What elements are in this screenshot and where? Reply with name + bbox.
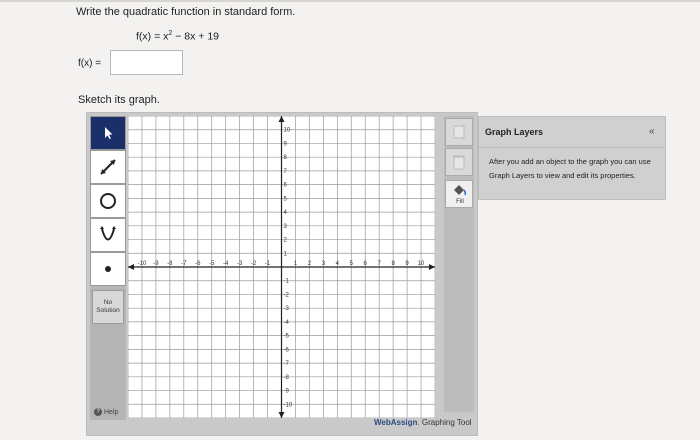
answer-label: f(x) = (78, 58, 102, 69)
paint-bucket-icon (454, 185, 467, 196)
brand-name: WebAssign (374, 418, 418, 427)
y-tick-label: 1 (284, 251, 288, 257)
y-tick-label: -10 (284, 402, 293, 408)
answer-input[interactable] (110, 50, 183, 75)
x-axis-arrow-left (128, 264, 134, 270)
point-tool-button[interactable] (90, 252, 126, 286)
select-tool-button[interactable] (90, 116, 126, 150)
given-function-rhs: − 8x + 19 (172, 30, 219, 43)
x-tick-label: -2 (251, 261, 257, 267)
circle-tool-button[interactable] (90, 184, 126, 218)
y-tick-label: -7 (284, 361, 290, 367)
x-tick-label: 10 (418, 261, 425, 267)
x-tick-label: 2 (308, 261, 312, 267)
graph-layers-panel: Graph Layers « After you add an object t… (478, 116, 666, 200)
question-prompt: Write the quadratic function in standard… (76, 6, 296, 18)
y-tick-label: -1 (284, 279, 290, 285)
trash-tool-button[interactable] (445, 148, 473, 176)
graph-canvas[interactable]: -10 -9 -8 -7 -6 -5 -4 -3 -2 -1 1 2 3 4 5 6 7 8 9 10 10 9 8 7 6 5 4… (127, 115, 436, 419)
y-tick-label: 4 (284, 210, 288, 216)
eraser-icon (453, 125, 465, 139)
x-tick-label: 5 (350, 261, 354, 267)
x-tick-label: 6 (364, 261, 368, 267)
object-toolbar: Fill (444, 116, 474, 412)
x-tick-label: 4 (336, 261, 340, 267)
trash-icon (453, 155, 465, 170)
point-icon (105, 266, 111, 272)
parabola-tool-button[interactable] (90, 218, 126, 252)
y-tick-label: -5 (284, 334, 290, 340)
drawing-toolbar: No Solution (90, 116, 126, 420)
y-tick-label: 10 (284, 128, 291, 134)
x-tick-label: 7 (378, 261, 382, 267)
help-icon: ? (94, 408, 102, 416)
parabola-icon (100, 226, 116, 241)
x-tick-label: 3 (322, 261, 326, 267)
y-tick-label: 3 (284, 224, 288, 230)
top-edge (0, 0, 700, 2)
y-tick-label: -4 (284, 320, 290, 326)
brand-suffix: Graphing Tool (419, 418, 472, 427)
no-solution-button[interactable]: No Solution (92, 290, 124, 324)
graph-layers-title: Graph Layers (485, 127, 544, 137)
sketch-label: Sketch its graph. (78, 94, 160, 106)
x-tick-label: -3 (237, 261, 243, 267)
graph-layers-description: After you add an object to the graph you… (489, 157, 651, 180)
y-tick-label: -9 (284, 389, 290, 395)
pointer-arrow-icon (105, 127, 113, 139)
x-tick-label: -5 (209, 261, 215, 267)
y-axis-arrow-up (278, 116, 285, 122)
help-link[interactable]: ? Help (94, 408, 118, 416)
delete-tool-button[interactable] (445, 118, 473, 146)
x-tick-label: 8 (391, 261, 395, 267)
x-tick-label: -8 (167, 261, 173, 267)
y-tick-label: -2 (284, 292, 290, 298)
y-tick-label: 8 (284, 155, 288, 161)
given-function: f(x) = x2 − 8x + 19 (136, 30, 219, 43)
y-tick-label: -3 (284, 306, 290, 312)
given-function-lhs: f(x) = x (136, 30, 169, 43)
line-arrows-icon (100, 159, 116, 175)
y-axis-arrow-down (278, 412, 285, 418)
circle-icon (100, 193, 116, 209)
x-tick-label: -10 (138, 261, 147, 267)
layers-divider (479, 147, 665, 148)
coordinate-grid[interactable]: -10 -9 -8 -7 -6 -5 -4 -3 -2 -1 1 2 3 4 5 6 7 8 9 10 10 9 8 7 6 5 4… (127, 115, 436, 419)
y-tick-label: 7 (284, 169, 288, 175)
webassign-brand: WebAssign. Graphing Tool (374, 418, 472, 427)
x-tick-label: -6 (195, 261, 201, 267)
x-tick-label: 1 (294, 261, 298, 267)
x-axis-arrow-right (429, 264, 435, 270)
line-tool-button[interactable] (90, 150, 126, 184)
y-tick-label: 5 (284, 196, 288, 202)
y-tick-label: 9 (284, 141, 288, 147)
collapse-layers-button[interactable]: « (649, 126, 655, 137)
help-label: Help (104, 408, 119, 416)
x-tick-label: -4 (223, 261, 229, 267)
fill-tool-button[interactable]: Fill (445, 180, 473, 208)
y-tick-label: 6 (284, 183, 288, 189)
x-tick-label: -7 (181, 261, 187, 267)
x-tick-label: 9 (405, 261, 409, 267)
x-tick-label: -9 (153, 261, 159, 267)
fill-label: Fill (456, 199, 464, 205)
y-tick-label: 2 (284, 238, 288, 244)
y-tick-label: -8 (284, 375, 290, 381)
x-tick-label: -1 (265, 261, 271, 267)
y-tick-label: -6 (284, 347, 290, 353)
